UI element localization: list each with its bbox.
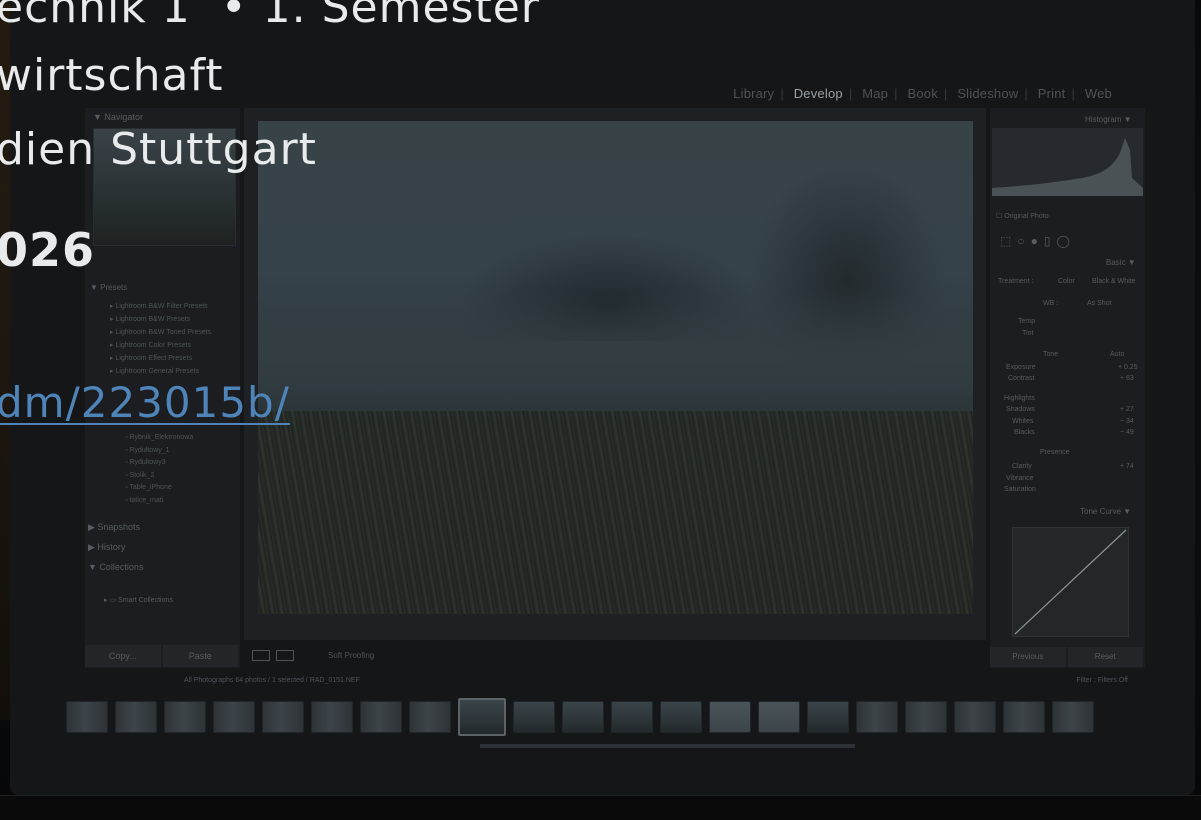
course-subtitle: wirtschaft xyxy=(0,50,224,101)
course-year: 026 xyxy=(0,223,96,277)
institution-name: dien Stuttgart xyxy=(0,124,317,175)
course-title: echnik 1 • 1. Semester xyxy=(0,0,540,33)
title-overlay: echnik 1 • 1. Semester wirtschaft dien S… xyxy=(0,0,1201,820)
course-link[interactable]: dm/223015b/ xyxy=(0,378,290,427)
